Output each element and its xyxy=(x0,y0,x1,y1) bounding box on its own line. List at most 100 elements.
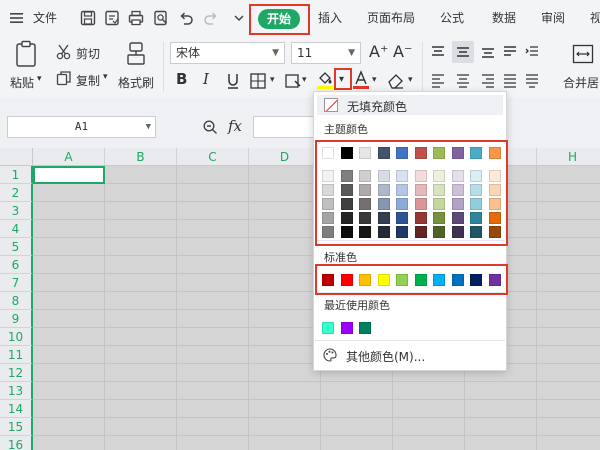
standard-color-swatch[interactable] xyxy=(322,274,334,286)
underline-icon[interactable] xyxy=(225,72,241,90)
column-header[interactable]: D xyxy=(249,148,321,166)
theme-shade-swatch[interactable] xyxy=(488,226,501,238)
theme-shade-swatch[interactable] xyxy=(377,198,390,210)
theme-shade-swatch[interactable] xyxy=(451,170,464,182)
paste-button[interactable]: 粘贴 xyxy=(10,74,34,91)
theme-shade-swatch[interactable] xyxy=(488,184,501,196)
standard-color-swatch[interactable] xyxy=(340,274,353,286)
merge-center-icon[interactable] xyxy=(572,44,594,64)
paste-icon[interactable] xyxy=(14,40,40,68)
borders-icon[interactable] xyxy=(249,72,267,90)
theme-color-swatch[interactable] xyxy=(488,147,501,159)
theme-shade-swatch[interactable] xyxy=(488,170,501,182)
theme-color-swatch[interactable] xyxy=(340,147,353,159)
row-header[interactable]: 13 xyxy=(0,382,33,400)
palette-icon[interactable] xyxy=(323,348,337,362)
tab-formulas[interactable]: 公式 xyxy=(440,9,464,26)
eraser-icon[interactable] xyxy=(386,71,406,89)
distributed-icon[interactable] xyxy=(524,72,540,88)
theme-shade-swatch[interactable] xyxy=(340,226,353,238)
theme-color-swatch[interactable] xyxy=(396,147,408,159)
zoom-search-icon[interactable] xyxy=(202,119,218,135)
theme-color-swatch[interactable] xyxy=(359,147,371,159)
theme-shade-swatch[interactable] xyxy=(433,170,445,182)
theme-shade-swatch[interactable] xyxy=(340,170,353,182)
theme-shade-swatch[interactable] xyxy=(340,198,353,210)
theme-shade-swatch[interactable] xyxy=(322,170,334,182)
row-header[interactable]: 2 xyxy=(0,184,33,202)
font-size-select[interactable]: 11 ▼ xyxy=(291,42,361,64)
decrease-font-icon[interactable]: A⁻ xyxy=(393,42,412,61)
theme-shade-swatch[interactable] xyxy=(433,184,445,196)
column-header[interactable]: B xyxy=(105,148,177,166)
theme-shade-swatch[interactable] xyxy=(433,198,445,210)
theme-shade-swatch[interactable] xyxy=(359,170,371,182)
theme-shade-swatch[interactable] xyxy=(451,226,464,238)
more-colors-option[interactable]: 其他颜色(M)... xyxy=(346,348,425,365)
fill-color-dropdown-arrow[interactable]: ▾ xyxy=(339,74,344,85)
row-header[interactable]: 7 xyxy=(0,274,33,292)
row-header[interactable]: 11 xyxy=(0,346,33,364)
increase-font-icon[interactable]: A⁺ xyxy=(369,42,388,61)
row-header[interactable]: 10 xyxy=(0,328,33,346)
theme-shade-swatch[interactable] xyxy=(359,212,371,224)
row-header[interactable]: 9 xyxy=(0,310,33,328)
print-preview-icon[interactable] xyxy=(152,9,170,27)
theme-shade-swatch[interactable] xyxy=(414,226,427,238)
tab-review[interactable]: 审阅 xyxy=(541,9,565,26)
redo-icon[interactable] xyxy=(202,9,220,27)
borders-dropdown-arrow[interactable]: ▾ xyxy=(270,75,275,85)
undo-icon[interactable] xyxy=(177,9,195,27)
copy-dropdown-arrow[interactable]: ▾ xyxy=(103,72,108,82)
tab-insert[interactable]: 插入 xyxy=(318,9,342,26)
export-pdf-icon[interactable] xyxy=(103,9,121,27)
scissors-icon[interactable] xyxy=(55,43,73,61)
cell-style-dropdown-arrow[interactable]: ▾ xyxy=(302,75,307,85)
theme-color-swatch[interactable] xyxy=(414,147,427,159)
standard-color-swatch[interactable] xyxy=(414,274,427,286)
font-name-select[interactable]: 宋体 ▼ xyxy=(170,42,285,64)
theme-shade-swatch[interactable] xyxy=(322,184,334,196)
fill-bucket-icon[interactable] xyxy=(316,70,334,90)
theme-shade-swatch[interactable] xyxy=(470,198,482,210)
row-header[interactable]: 8 xyxy=(0,292,33,310)
theme-shade-swatch[interactable] xyxy=(470,212,482,224)
row-header[interactable]: 16 xyxy=(0,436,33,450)
row-header[interactable]: 5 xyxy=(0,238,33,256)
copy-button[interactable]: 复制 xyxy=(76,72,100,89)
recent-color-swatch[interactable] xyxy=(340,322,353,334)
chevron-down-icon[interactable] xyxy=(230,9,248,27)
theme-color-swatch[interactable] xyxy=(322,147,334,159)
tab-home[interactable]: 开始 xyxy=(258,9,300,29)
bold-button[interactable]: B xyxy=(176,70,187,88)
column-header[interactable]: A xyxy=(33,148,105,166)
theme-shade-swatch[interactable] xyxy=(414,184,427,196)
standard-color-swatch[interactable] xyxy=(488,274,501,286)
align-left-icon[interactable] xyxy=(430,72,446,88)
theme-shade-swatch[interactable] xyxy=(470,170,482,182)
clear-dropdown-arrow[interactable]: ▾ xyxy=(408,75,413,85)
theme-shade-swatch[interactable] xyxy=(377,212,390,224)
theme-shade-swatch[interactable] xyxy=(414,212,427,224)
align-top-icon[interactable] xyxy=(430,44,446,60)
font-color-icon[interactable] xyxy=(352,70,370,90)
hamburger-icon[interactable] xyxy=(8,9,26,27)
italic-button[interactable]: I xyxy=(203,70,209,88)
theme-shade-swatch[interactable] xyxy=(396,212,408,224)
row-header[interactable]: 12 xyxy=(0,364,33,382)
row-header[interactable]: 14 xyxy=(0,400,33,418)
copy-icon[interactable] xyxy=(55,69,73,87)
theme-color-swatch[interactable] xyxy=(377,147,390,159)
theme-shade-swatch[interactable] xyxy=(377,170,390,182)
standard-color-swatch[interactable] xyxy=(377,274,390,286)
theme-color-swatch[interactable] xyxy=(470,147,482,159)
theme-shade-swatch[interactable] xyxy=(396,184,408,196)
no-fill-option[interactable]: 无填充颜色 xyxy=(317,95,503,115)
print-icon[interactable] xyxy=(127,9,145,27)
theme-shade-swatch[interactable] xyxy=(470,226,482,238)
align-center-icon[interactable] xyxy=(455,72,471,88)
column-header[interactable]: H xyxy=(537,148,600,166)
theme-shade-swatch[interactable] xyxy=(488,212,501,224)
indent-icon[interactable] xyxy=(524,44,540,60)
tab-view[interactable]: 视 xyxy=(590,9,600,26)
